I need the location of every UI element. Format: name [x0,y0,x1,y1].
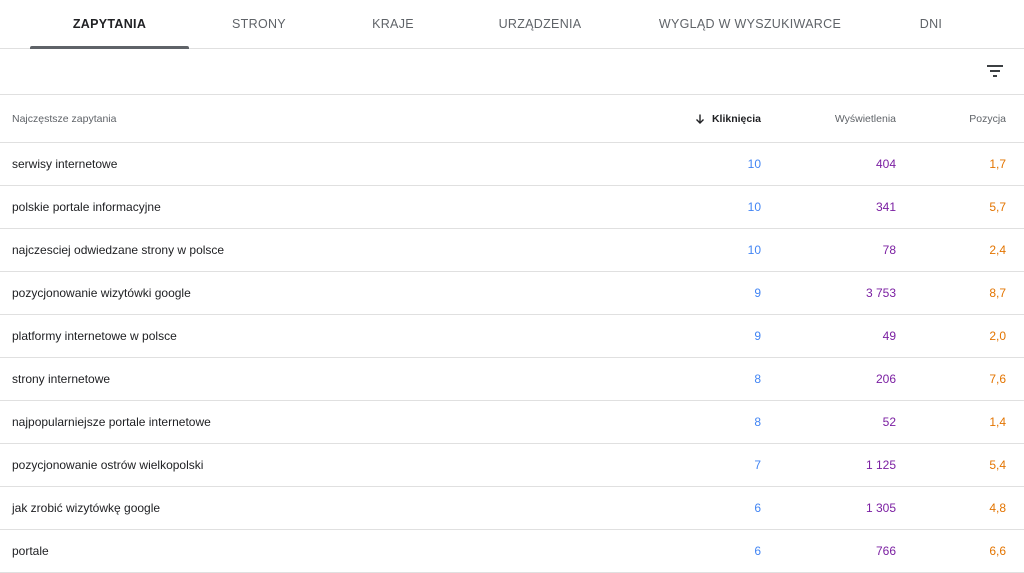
cell-clicks: 6 [754,544,761,558]
cell-position: 2,4 [989,243,1006,257]
table-row[interactable]: platformy internetowe w polsce 9 49 2,0 [0,315,1024,358]
cell-impressions: 49 [882,329,896,343]
cell-impressions: 766 [875,544,896,558]
table-row[interactable]: jak zrobić wizytówkę google 6 1 305 4,8 [0,487,1024,530]
table-row[interactable]: strony internetowe 8 206 7,6 [0,358,1024,401]
tab-label: KRAJE [372,17,414,31]
table-row[interactable]: serwisy internetowe 10 404 1,7 [0,143,1024,186]
cell-query: pozycjonowanie wizytówki google [12,286,191,300]
tab-label: ZAPYTANIA [72,17,147,31]
table-toolbar [0,49,1024,95]
cell-position: 1,7 [989,157,1006,171]
cell-clicks: 8 [754,372,761,386]
cell-query: pozycjonowanie ostrów wielkopolski [12,458,204,472]
cell-clicks: 9 [754,286,761,300]
tab-search-appearance[interactable]: WYGLĄD W WYSZUKIWARCE [640,0,860,48]
header-clicks[interactable]: Kliknięcia [694,95,761,142]
tab-queries[interactable]: ZAPYTANIA [30,0,189,49]
cell-impressions: 1 125 [865,458,896,472]
tab-label: WYGLĄD W WYSZUKIWARCE [658,17,842,31]
cell-impressions: 3 753 [865,286,896,300]
header-clicks-label: Kliknięcia [711,112,761,125]
cell-position: 2,0 [989,329,1006,343]
cell-clicks: 10 [747,200,761,214]
table-row[interactable]: polskie portale informacyjne 10 341 5,7 [0,186,1024,229]
table-row[interactable]: pozycjonowanie wizytówki google 9 3 753 8,7 [0,272,1024,315]
cell-impressions: 52 [882,415,896,429]
report-tabs: ZAPYTANIA STRONY KRAJE URZĄDZENIA WYGLĄD… [0,0,1024,49]
cell-impressions: 206 [875,372,896,386]
cell-position: 8,7 [989,286,1006,300]
table-row[interactable]: pozycjonowanie ostrów wielkopolski 7 1 125… [0,444,1024,487]
tab-label: URZĄDZENIA [498,17,582,31]
cell-clicks: 7 [754,458,761,472]
cell-position: 5,4 [989,458,1006,472]
tab-countries[interactable]: KRAJE [335,0,451,48]
cell-position: 1,4 [989,415,1006,429]
filter-button[interactable] [983,59,1007,83]
filter-list-icon [987,65,1003,77]
cell-position: 6,6 [989,544,1006,558]
table-row[interactable]: portale 6 766 6,6 [0,530,1024,573]
cell-impressions: 404 [875,157,896,171]
cell-clicks: 9 [754,329,761,343]
cell-impressions: 1 305 [865,501,896,515]
cell-query: strony internetowe [12,372,111,386]
cell-query: jak zrobić wizytówkę google [12,501,161,515]
cell-position: 7,6 [989,372,1006,386]
table-row[interactable]: najpopularniejsze portale internetowe 8 52… [0,401,1024,444]
header-position[interactable]: Pozycja [969,95,1006,142]
cell-query: serwisy internetowe [12,157,118,171]
tab-label: DNI [919,17,943,31]
cell-query: najczesciej odwiedzane strony w polsce [12,243,225,257]
header-query[interactable]: Najczęstsze zapytania [12,95,116,142]
cell-query: polskie portale informacyjne [12,200,161,214]
cell-clicks: 10 [747,243,761,257]
tab-devices[interactable]: URZĄDZENIA [470,0,610,48]
cell-impressions: 78 [882,243,896,257]
cell-position: 5,7 [989,200,1006,214]
cell-position: 4,8 [989,501,1006,515]
table-body: serwisy internetowe 10 404 1,7 polskie porta… [0,143,1024,573]
cell-clicks: 6 [754,501,761,515]
tab-days[interactable]: DNI [880,0,982,48]
table-header-row: Najczęstsze zapytania Kliknięcia Wyświet… [0,95,1024,143]
cell-query: platformy internetowe w polsce [12,329,177,343]
queries-table: Najczęstsze zapytania Kliknięcia Wyświet… [0,95,1024,573]
table-row[interactable]: najczesciej odwiedzane strony w polsce 10… [0,229,1024,272]
cell-clicks: 8 [754,415,761,429]
cell-query: portale [12,544,49,558]
cell-impressions: 341 [875,200,896,214]
cell-clicks: 10 [747,157,761,171]
tab-pages[interactable]: STRONY [200,0,318,48]
cell-query: najpopularniejsze portale internetowe [12,415,211,429]
tab-label: STRONY [232,17,286,31]
header-impressions[interactable]: Wyświetlenia [835,95,896,142]
arrow-down-icon [695,114,704,124]
